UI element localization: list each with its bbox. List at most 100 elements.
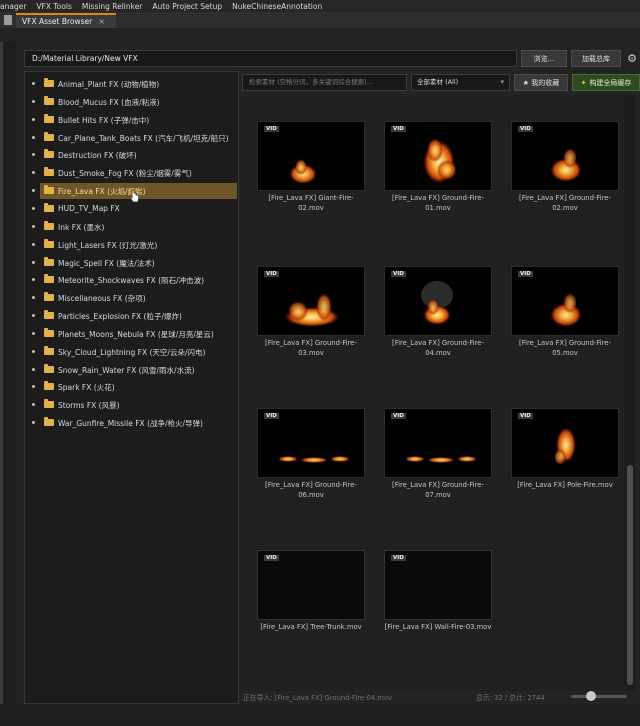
asset-name: [Fire_Lava FX] Ground-Fire-06.mov (265, 481, 357, 499)
asset-card[interactable]: VID [Fire_Lava FX] Ground-Fire-05.mov (511, 266, 619, 383)
menu-item[interactable]: VFX Tools (31, 2, 76, 11)
tree-item[interactable]: Animal_Plant FX (动物/植物) (25, 76, 238, 92)
menu-item[interactable]: NukeChineseAnnotation (227, 2, 327, 11)
gear-icon[interactable]: ⚙ (624, 50, 640, 67)
asset-name: [Fire_Lava FX] Wall-Fire-03.mov (384, 623, 492, 631)
close-icon[interactable]: × (98, 17, 105, 26)
category-tree[interactable]: Animal_Plant FX (动物/植物) Blood_Mucus FX (血… (24, 71, 239, 704)
tree-item[interactable]: Magic_Spell FX (魔法/法术) (25, 255, 238, 271)
fire-preview (258, 551, 364, 619)
folder-icon (44, 363, 54, 373)
asset-card[interactable]: VID [Fire_Lava FX] Ground-Fire-03.mov (257, 266, 365, 383)
tree-item[interactable]: Dust_Smoke_Fog FX (粉尘/烟雾/雾气) (25, 165, 238, 181)
fire-preview (512, 267, 618, 335)
video-badge: VID (518, 126, 533, 132)
tree-item-label: Light_Lasers FX (灯光/激光) (58, 240, 158, 250)
asset-grid: VID [Fire_Lava FX] Giant-Fire-02.mov VID [F… (241, 95, 623, 691)
video-thumbnail[interactable]: VID (384, 266, 492, 336)
folder-icon (44, 185, 54, 195)
zoom-slider-handle[interactable] (585, 691, 596, 701)
video-thumbnail[interactable]: VID (511, 266, 619, 336)
menu-item[interactable]: anager (0, 2, 31, 11)
tree-item[interactable]: Blood_Mucus FX (血液/粘液) (25, 94, 238, 110)
video-badge: VID (264, 271, 279, 277)
tree-item[interactable]: Light_Lasers FX (灯光/激光) (25, 237, 238, 253)
tree-item-label: Magic_Spell FX (魔法/法术) (58, 258, 155, 268)
bullet-icon (32, 206, 35, 210)
folder-icon (44, 202, 54, 212)
asset-name: [Fire_Lava FX] Tree-Trunk.mov (260, 623, 362, 631)
tree-item-label: Particles_Explosion FX (粒子/爆炸) (58, 312, 182, 322)
video-thumbnail[interactable]: VID (257, 121, 365, 191)
video-thumbnail[interactable]: VID (511, 408, 619, 478)
tree-item[interactable]: Planets_Moons_Nebula FX (星球/月亮/星云) (25, 326, 238, 342)
video-badge: VID (264, 126, 279, 132)
video-thumbnail[interactable]: VID (384, 408, 492, 478)
asset-card[interactable]: VID [Fire_Lava FX] Ground-Fire-04.mov (384, 266, 492, 383)
asset-card[interactable]: VID [Fire_Lava FX] Ground-Fire-01.mov (384, 121, 492, 238)
tree-item[interactable]: Meteorite_Shockwaves FX (陨石/冲击波) (25, 272, 238, 288)
asset-card[interactable]: VID [Fire_Lava FX] Ground-Fire-02.mov (511, 121, 619, 238)
video-thumbnail[interactable]: VID (257, 408, 365, 478)
toolbar-strip (0, 28, 640, 42)
zoom-slider[interactable] (571, 695, 627, 698)
tree-item[interactable]: Spark FX (火花) (25, 379, 238, 395)
bullet-icon (32, 224, 35, 228)
tree-item[interactable]: Snow_Rain_Water FX (风雪/雨水/水流) (25, 362, 238, 378)
bullet-icon (32, 99, 35, 103)
video-thumbnail[interactable]: VID (384, 121, 492, 191)
tab-title: VFX Asset Browser (22, 17, 93, 26)
video-thumbnail[interactable]: VID (511, 121, 619, 191)
tab-bar: VFX Asset Browser × (0, 12, 640, 29)
load-library-button[interactable]: 加载总库 (571, 50, 621, 67)
tree-item[interactable]: Car_Plane_Tank_Boats FX (汽车/飞机/坦克/船只) (25, 130, 238, 146)
video-thumbnail[interactable]: VID (384, 550, 492, 620)
library-path-field[interactable]: D:/Material Library/New VFX (24, 50, 517, 67)
menu-item[interactable]: Auto Project Setup (147, 2, 227, 11)
bullet-icon (32, 331, 35, 335)
video-thumbnail[interactable]: VID (257, 266, 365, 336)
bullet-icon (32, 314, 35, 318)
build-cache-button[interactable]: ✦ 构建全局缓存 (572, 74, 640, 91)
tree-item[interactable]: Miscellaneous FX (杂项) (25, 290, 238, 306)
asset-card[interactable]: VID [Fire_Lava FX] Pole-Fire.mov (511, 408, 619, 525)
window-icon (4, 15, 12, 25)
folder-icon (44, 220, 54, 230)
bullet-icon (32, 82, 35, 85)
asset-card[interactable]: VID [Fire_Lava FX] Wall-Fire-03.mov (384, 550, 492, 667)
tree-item[interactable]: Particles_Explosion FX (粒子/爆炸) (25, 308, 238, 324)
tree-item[interactable]: Destruction FX (破坏) (25, 147, 238, 163)
tree-item-label: Animal_Plant FX (动物/植物) (58, 80, 160, 89)
browse-button[interactable]: 浏览... (521, 50, 567, 67)
bullet-icon (32, 135, 35, 139)
folder-icon (44, 167, 54, 177)
tab-vfx-asset-browser[interactable]: VFX Asset Browser × (16, 13, 116, 28)
fire-preview (258, 409, 364, 477)
asset-card[interactable]: VID [Fire_Lava FX] Giant-Fire-02.mov (257, 121, 365, 238)
search-input[interactable]: 检索素材 (空格分词，多关键词综合搜索)... (242, 74, 407, 91)
asset-card[interactable]: VID [Fire_Lava FX] Ground-Fire-07.mov (384, 408, 492, 525)
filter-select[interactable]: 全部素材 (All) ▾ (411, 74, 510, 91)
filter-select-value: 全部素材 (All) (417, 78, 459, 86)
asset-card[interactable]: VID [Fire_Lava FX] Tree-Trunk.mov (257, 550, 365, 667)
folder-icon (44, 256, 54, 266)
asset-name: [Fire_Lava FX] Ground-Fire-01.mov (392, 194, 484, 212)
build-icon: ✦ (580, 78, 587, 87)
favorites-button[interactable]: ★ 我的收藏 (514, 74, 568, 91)
menu-item[interactable]: Missing Relinker (77, 2, 148, 11)
folder-icon (44, 274, 54, 284)
menu-bar: anager VFX Tools Missing Relinker Auto Proj… (0, 0, 640, 12)
tree-item[interactable]: War_Gunfire_Missile FX (战争/枪火/导弹) (25, 415, 238, 431)
tree-item[interactable]: HUD_TV_Map FX (25, 201, 238, 217)
tree-item[interactable]: Bullet Hits FX (子弹/击中) (25, 112, 238, 128)
video-thumbnail[interactable]: VID (257, 550, 365, 620)
asset-card[interactable]: VID [Fire_Lava FX] Ground-Fire-06.mov (257, 408, 365, 525)
scrollbar-thumb[interactable] (627, 465, 633, 685)
tree-item[interactable]: Ink FX (墨水) (25, 219, 238, 235)
tree-item[interactable]: Storms FX (风暴) (25, 397, 238, 413)
folder-icon (44, 292, 54, 302)
tree-item[interactable]: Sky_Cloud_Lightning FX (天空/云朵/闪电) (25, 344, 238, 360)
video-badge: VID (391, 413, 406, 419)
tree-item[interactable]: Fire_Lava FX (火焰/熔岩) (25, 183, 238, 203)
bullet-icon (32, 296, 35, 300)
